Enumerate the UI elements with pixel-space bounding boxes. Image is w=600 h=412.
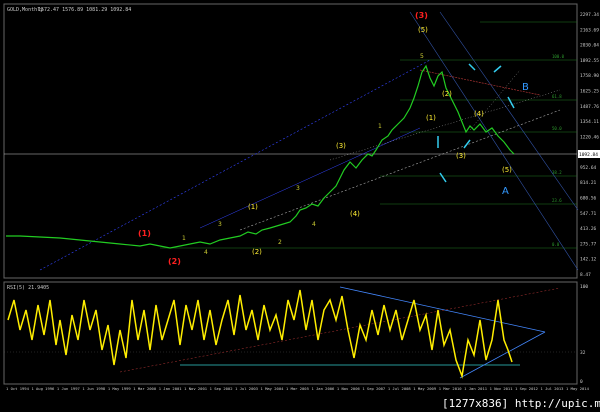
time-axis-label: 1 May 2014 [566,386,590,391]
sub-wave-label: 1 [378,123,382,130]
time-axis-label: 1 Jun 1998 [82,386,106,391]
price-axis-label: 1487.76 [580,104,599,110]
fib-label: 61.8 [552,94,562,99]
price-panel[interactable] [3,3,578,279]
intermediate-wave-label: (4) [474,110,484,118]
minor-wave-label: (4) [350,210,360,218]
intermediate-wave-label: (1) [426,114,436,122]
time-axis-label: 1 Jun 1997 [57,386,80,391]
time-axis-label: 1 Jan 2006 [311,386,335,391]
price-axis: 2297.34 2163.69 2030.04 1892.55 1758.90 1625.… [580,12,599,278]
primary-wave-label: (1) [138,229,151,238]
price-axis-label: 2163.69 [580,27,599,33]
minor-wave-label: (2) [252,248,262,256]
price-axis-label: 547.71 [580,211,597,217]
time-axis-label: 1 May 2004 [261,386,285,391]
price-axis-label: 413.26 [580,226,597,232]
sub-wave-label: 2 [278,239,282,246]
fib-label: 38.2 [552,170,562,175]
price-axis-label: 8.47 [580,272,591,278]
minor-wave-label: (1) [248,203,258,211]
rsi-axis-label: 0 [580,379,583,385]
rsi-axis-label: 32 [580,350,586,356]
price-axis-label: 1625.25 [580,88,599,94]
sub-wave-label: 4 [204,249,208,256]
price-axis-label: 680.56 [580,196,597,202]
time-axis-label: 1 Jul 2008 [388,386,412,391]
intermediate-wave-label: (5) [502,166,512,174]
sub-wave-label: 1 [182,235,186,242]
sub-wave-label: 5 [420,53,424,60]
rsi-title: RSI(5) 21.9405 [7,285,49,291]
time-axis-label: 1 Sep 2002 [210,386,233,391]
time-axis-label: 1 May 1999 [108,386,132,391]
time-axis-label: 1 Sep 2012 [515,386,538,391]
current-price-value: 1092.84 [579,152,598,158]
price-axis-label: 2297.34 [580,12,599,18]
price-axis-label: 1354.11 [580,119,599,125]
fib-label: 100.0 [552,54,565,59]
primary-wave-label: (3) [415,11,428,20]
minor-wave-label: (3) [336,142,346,150]
time-axis-label: 1 Jul 2003 [235,386,258,391]
price-axis-label: 2030.04 [580,43,599,49]
time-axis: 1 Oct 1994 1 Aug 1996 1 Jun 1997 1 Jun 1998… [6,386,590,391]
corrective-wave-label: A [502,186,509,197]
fib-label: 50.0 [552,126,562,131]
time-axis-label: 1 Mar 2005 [286,386,309,391]
time-axis-label: 1 Jan 2001 [159,386,183,391]
price-axis-label: 952.64 [580,165,597,171]
time-axis-label: 1 Jan 2011 [464,386,488,391]
primary-wave-label: (2) [168,257,181,266]
price-axis-label: 275.77 [580,241,597,247]
ohlc-readout: 1572.47 1576.89 1081.29 1092.84 [38,7,131,13]
sub-wave-label: 3 [296,185,300,192]
rsi-axis-label: 100 [580,284,588,290]
time-axis-label: 1 Nov 2006 [337,386,361,391]
fib-label: 23.6 [552,198,562,203]
price-axis-label: 142.12 [580,257,597,263]
time-axis-label: 1 Jul 2013 [541,386,564,391]
watermark: [1277x836] http://upic.me/ [442,397,600,410]
chart-window[interactable]: GOLD,Monthly 1572.47 1576.89 1081.29 109… [0,0,600,412]
time-axis-label: 1 May 2009 [413,386,437,391]
time-axis-label: 1 Nov 2001 [184,386,208,391]
time-axis-label: 1 Oct 1994 [6,386,30,391]
price-axis-label: 1758.90 [580,73,599,79]
rsi-panel[interactable] [3,281,578,385]
price-axis-label: 814.21 [580,180,597,186]
sub-wave-label: 3 [218,221,222,228]
time-axis-label: 1 Mar 2000 [133,386,157,391]
price-axis-label: 1220.46 [580,134,599,140]
minor-wave-label: (5) [418,26,428,34]
time-axis-label: 1 Nov 2011 [490,386,514,391]
sub-wave-label: 4 [312,221,316,228]
fib-label: 0.0 [552,242,560,247]
price-axis-label: 1892.55 [580,58,599,64]
intermediate-wave-label: (2) [442,90,452,98]
time-axis-label: 1 Sep 2007 [362,386,385,391]
corrective-wave-label: B [522,82,529,93]
time-axis-label: 1 Mar 2010 [439,386,463,391]
time-axis-label: 1 Aug 1996 [31,386,55,391]
intermediate-wave-label: (3) [456,152,466,160]
